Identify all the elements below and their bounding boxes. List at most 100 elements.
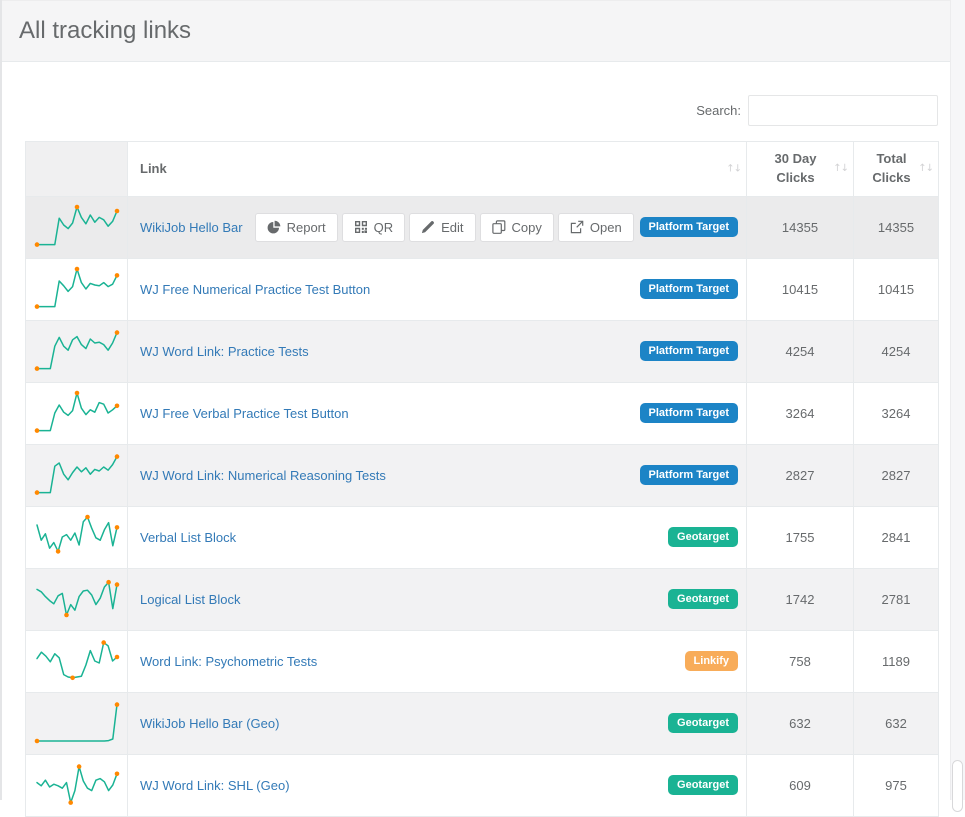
sparkline-cell <box>26 754 128 816</box>
tracking-link[interactable]: Logical List Block <box>140 592 240 607</box>
table-row[interactable]: Logical List Block Geotarget 17422781 <box>26 568 939 630</box>
link-type-badge: Geotarget <box>668 713 738 733</box>
table-body: WikiJob Hello Bar Report QR Edit Copy Open Pla… <box>26 196 939 816</box>
action-button-label: Report <box>287 220 326 235</box>
action-button-label: Edit <box>441 220 463 235</box>
tracking-link[interactable]: Word Link: Psychometric Tests <box>140 654 317 669</box>
row-actions-toolbar: Report QR Edit Copy Open <box>255 213 634 242</box>
scrollbar-thumb[interactable] <box>952 760 963 812</box>
search-input[interactable] <box>748 95 938 126</box>
search-row: Search: <box>25 95 938 126</box>
total-clicks-value: 10415 <box>854 258 939 320</box>
copy-button[interactable]: Copy <box>480 213 554 242</box>
link-cell: WJ Word Link: SHL (Geo) Geotarget <box>128 754 747 816</box>
action-button-label: Copy <box>512 220 542 235</box>
table-row[interactable]: Verbal List Block Geotarget 17552841 <box>26 506 939 568</box>
total-clicks-value: 2841 <box>854 506 939 568</box>
sparkline-cell <box>26 568 128 630</box>
sparkline-cell <box>26 382 128 444</box>
action-button-label: QR <box>374 220 394 235</box>
link-type-badge: Linkify <box>685 651 738 671</box>
page-title: All tracking links <box>19 17 191 45</box>
table-row[interactable]: WikiJob Hello Bar (Geo)Geotarget632632 <box>26 692 939 754</box>
table-header-row: Link ↑↓ 30 Day Clicks ↑↓ Total Clicks ↑↓ <box>26 142 939 197</box>
scrollbar[interactable] <box>950 0 965 800</box>
qr-code-icon <box>354 220 368 234</box>
table-row[interactable]: Word Link: Psychometric TestsLinkify7581… <box>26 630 939 692</box>
sort-icons: ↑↓ <box>726 163 741 174</box>
sparkline-chart <box>33 203 121 251</box>
column-header-30day-clicks[interactable]: 30 Day Clicks ↑↓ <box>747 142 854 197</box>
total-clicks-value: 2781 <box>854 568 939 630</box>
table-row[interactable]: WikiJob Hello Bar Report QR Edit Copy Open Pla… <box>26 196 939 258</box>
30day-clicks-value: 1755 <box>747 506 854 568</box>
total-clicks-value: 3264 <box>854 382 939 444</box>
table-row[interactable]: WJ Word Link: Numerical Reasoning Tests P… <box>26 444 939 506</box>
column-header-label: Total Clicks <box>872 151 910 185</box>
sort-icons: ↑↓ <box>833 162 848 177</box>
link-type-badge: Geotarget <box>668 775 738 795</box>
link-type-badge: Platform Target <box>640 465 738 485</box>
tracking-link[interactable]: WJ Free Verbal Practice Test Button <box>140 406 349 421</box>
tracking-links-table: Link ↑↓ 30 Day Clicks ↑↓ Total Clicks ↑↓… <box>25 141 939 817</box>
link-type-badge: Platform Target <box>640 279 738 299</box>
sparkline-cell <box>26 692 128 754</box>
tracking-link[interactable]: WJ Word Link: Numerical Reasoning Tests <box>140 468 386 483</box>
30day-clicks-value: 1742 <box>747 568 854 630</box>
tracking-link[interactable]: WJ Word Link: SHL (Geo) <box>140 778 290 793</box>
tracking-link[interactable]: WJ Free Numerical Practice Test Button <box>140 282 370 297</box>
qr-button[interactable]: QR <box>342 213 406 242</box>
sort-icons: ↑↓ <box>918 162 933 177</box>
sparkline-cell <box>26 258 128 320</box>
link-type-badge: Geotarget <box>668 527 738 547</box>
table-row[interactable]: WJ Free Verbal Practice Test ButtonPlatf… <box>26 382 939 444</box>
link-type-badge: Geotarget <box>668 589 738 609</box>
sparkline-chart <box>33 451 121 499</box>
30day-clicks-value: 758 <box>747 630 854 692</box>
tracking-link[interactable]: WikiJob Hello Bar <box>140 220 243 235</box>
sparkline-chart <box>33 327 121 375</box>
link-cell: Word Link: Psychometric Tests Linkify <box>128 630 747 692</box>
report-button[interactable]: Report <box>255 213 338 242</box>
search-label: Search: <box>696 103 741 118</box>
30day-clicks-value: 4254 <box>747 320 854 382</box>
sparkline-cell <box>26 196 128 258</box>
tracking-link[interactable]: WJ Word Link: Practice Tests <box>140 344 309 359</box>
sparkline-chart <box>33 761 121 809</box>
total-clicks-value: 4254 <box>854 320 939 382</box>
link-type-badge: Platform Target <box>640 217 738 237</box>
sparkline-cell <box>26 444 128 506</box>
total-clicks-value: 14355 <box>854 196 939 258</box>
total-clicks-value: 632 <box>854 692 939 754</box>
column-header-link[interactable]: Link ↑↓ <box>128 142 747 197</box>
sparkline-cell <box>26 630 128 692</box>
link-cell: WJ Word Link: Practice Tests Platform Tar… <box>128 320 747 382</box>
content-panel: Search: Link ↑↓ 30 Day Clicks ↑↓ Total C… <box>0 62 965 817</box>
link-cell: Verbal List Block Geotarget <box>128 506 747 568</box>
sparkline-chart <box>33 513 121 561</box>
total-clicks-value: 975 <box>854 754 939 816</box>
link-cell: WJ Word Link: Numerical Reasoning Tests P… <box>128 444 747 506</box>
sparkline-cell <box>26 506 128 568</box>
sparkline-chart <box>33 389 121 437</box>
pencil-icon <box>421 220 435 234</box>
link-cell: WJ Free Numerical Practice Test Button Pl… <box>128 258 747 320</box>
sparkline-cell <box>26 320 128 382</box>
external-link-icon <box>570 220 584 234</box>
column-header-total-clicks[interactable]: Total Clicks ↑↓ <box>854 142 939 197</box>
sparkline-chart <box>33 699 121 747</box>
table-row[interactable]: WJ Word Link: SHL (Geo)Geotarget609975 <box>26 754 939 816</box>
30day-clicks-value: 14355 <box>747 196 854 258</box>
sparkline-chart <box>33 637 121 685</box>
link-type-badge: Platform Target <box>640 341 738 361</box>
table-row[interactable]: WJ Word Link: Practice Tests Platform Tar… <box>26 320 939 382</box>
copy-icon <box>492 220 506 234</box>
sparkline-chart <box>33 265 121 313</box>
tracking-link[interactable]: Verbal List Block <box>140 530 236 545</box>
open-button[interactable]: Open <box>558 213 634 242</box>
tracking-link[interactable]: WikiJob Hello Bar (Geo) <box>140 716 279 731</box>
edit-button[interactable]: Edit <box>409 213 475 242</box>
action-button-label: Open <box>590 220 622 235</box>
table-row[interactable]: WJ Free Numerical Practice Test Button Pl… <box>26 258 939 320</box>
30day-clicks-value: 10415 <box>747 258 854 320</box>
